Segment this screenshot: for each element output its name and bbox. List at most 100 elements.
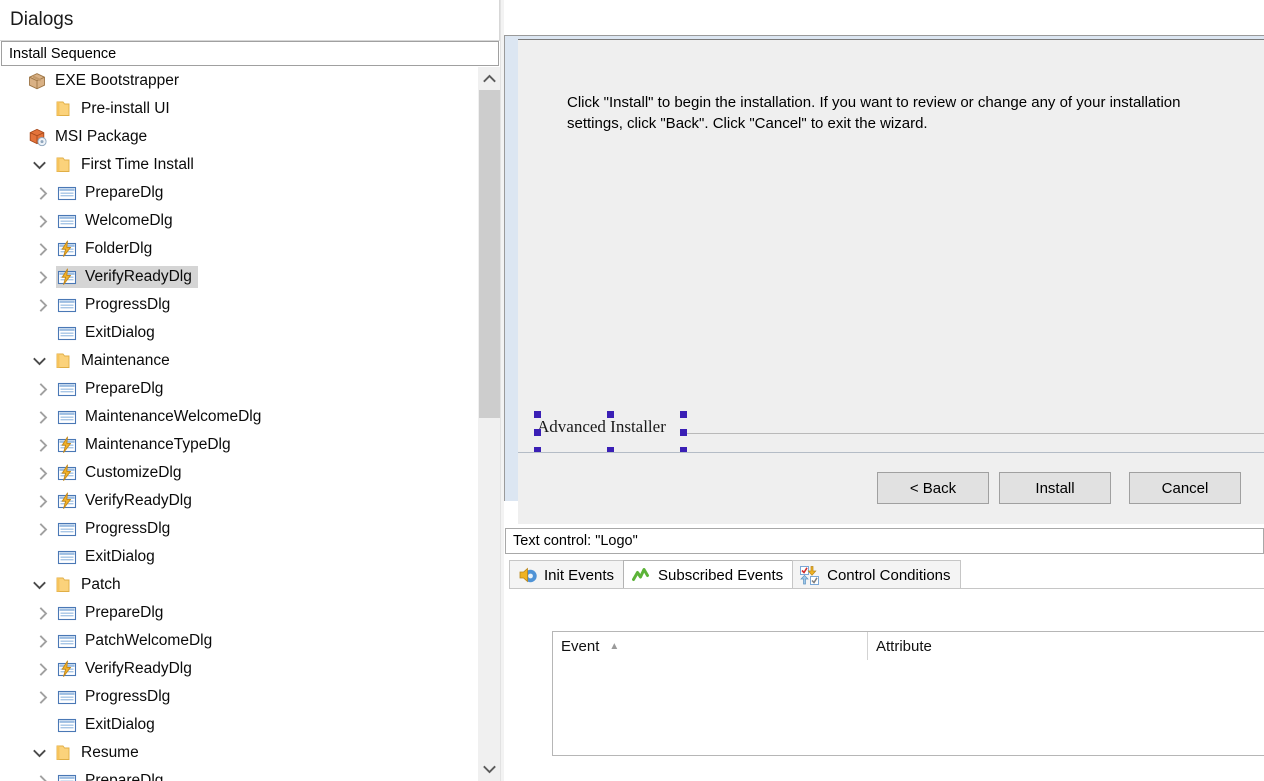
chevron-right-icon[interactable] [30,431,56,459]
dialog-designer-surface[interactable]: Click "Install" to begin the installatio… [504,35,1264,524]
chevron-down-icon[interactable] [26,347,52,375]
tree-item-label: WelcomeDlg [85,212,173,229]
tree-item[interactable]: PrepareDlg [0,767,476,781]
tab-control-conditions-label: Control Conditions [827,566,951,584]
tree-item[interactable]: First Time Install [0,151,476,179]
tree-item[interactable]: EXE Bootstrapper [0,67,476,95]
logo-text-control[interactable]: Advanced Installer [534,411,1264,454]
tree-item[interactable]: Maintenance [0,347,476,375]
tree-item[interactable]: VerifyReadyDlg [0,487,476,515]
install-sequence-field[interactable]: Install Sequence [1,41,499,66]
chevron-right-icon[interactable] [30,627,56,655]
tree-item-label: PrepareDlg [85,604,164,621]
resize-handle-e[interactable] [680,429,687,436]
tree-item[interactable]: PrepareDlg [0,179,476,207]
resize-handle-ne[interactable] [680,411,687,418]
chevron-right-icon[interactable] [30,235,56,263]
tree-item[interactable]: ProgressDlg [0,515,476,543]
dialog-event-icon [56,658,78,680]
chevron-right-icon[interactable] [30,683,56,711]
scroll-up-icon[interactable] [478,67,501,90]
tree-item[interactable]: Resume [0,739,476,767]
chevron-down-icon[interactable] [26,739,52,767]
tree-item-label: Maintenance [81,352,170,369]
chevron-right-icon[interactable] [30,767,56,781]
dialog-icon [56,546,78,568]
resize-handle-nw[interactable] [534,411,541,418]
tree-item-label: MSI Package [55,128,148,145]
tree-item-label: PrepareDlg [85,772,164,781]
dialog-icon [56,630,78,652]
scroll-down-icon[interactable] [478,758,501,781]
tab-subscribed-events[interactable]: Subscribed Events [623,560,794,589]
tree-item[interactable]: Pre-install UI [0,95,476,123]
tree-item-label: VerifyReadyDlg [85,268,192,285]
back-button[interactable]: < Back [877,472,989,504]
dialog-body-text: Click "Install" to begin the installatio… [567,94,1181,132]
subscribed-events-grid[interactable]: Event ▲ Attribute [552,631,1264,756]
tabstrip-underline [509,588,1264,589]
resize-handle-w[interactable] [534,429,541,436]
dialog-icon [56,406,78,428]
chevron-right-icon[interactable] [30,263,56,291]
tab-control-conditions[interactable]: Control Conditions [792,560,961,589]
tree-item[interactable]: CustomizeDlg [0,459,476,487]
dialog-event-icon [56,462,78,484]
sort-ascending-icon: ▲ [609,640,620,652]
tree-item[interactable]: MaintenanceWelcomeDlg [0,403,476,431]
chevron-down-icon[interactable] [26,151,52,179]
tree-item[interactable]: MSI Package [0,123,476,151]
tree-item[interactable]: ProgressDlg [0,683,476,711]
chevron-right-icon[interactable] [30,375,56,403]
install-button[interactable]: Install [999,472,1111,504]
properties-tabstrip[interactable]: Init Events Subscribed Events Control Co… [509,560,1264,589]
dialog-event-icon [56,434,78,456]
tree-item[interactable]: ExitDialog [0,543,476,571]
tree-item[interactable]: VerifyReadyDlg [0,263,476,291]
tab-init-events[interactable]: Init Events [509,560,625,589]
tree-item[interactable]: FolderDlg [0,235,476,263]
tree-item-label: ProgressDlg [85,296,171,313]
column-header-attribute[interactable]: Attribute [868,632,1264,660]
tree-item[interactable]: WelcomeDlg [0,207,476,235]
tree-item[interactable]: PatchWelcomeDlg [0,627,476,655]
tree-item[interactable]: PrepareDlg [0,375,476,403]
chevron-right-icon[interactable] [30,655,56,683]
tree-item[interactable]: PrepareDlg [0,599,476,627]
tree-item-label: CustomizeDlg [85,464,182,481]
tree-item[interactable]: ProgressDlg [0,291,476,319]
subscribed-events-icon [631,565,651,585]
dialog-button-bar: < Back Install Cancel [518,452,1264,524]
dialog-icon [56,602,78,624]
cancel-button[interactable]: Cancel [1129,472,1241,504]
chevron-right-icon[interactable] [30,515,56,543]
chevron-right-icon[interactable] [30,179,56,207]
dialog-event-icon [56,490,78,512]
tree-item-label: VerifyReadyDlg [85,492,192,509]
chevron-down-icon[interactable] [26,571,52,599]
dialog-event-icon [56,238,78,260]
chevron-right-icon[interactable] [30,599,56,627]
tree-item[interactable]: Patch [0,571,476,599]
resize-handle-n[interactable] [607,411,614,418]
tree-item-label: ProgressDlg [85,688,171,705]
tree-item[interactable]: MaintenanceTypeDlg [0,431,476,459]
tree-item[interactable]: ExitDialog [0,711,476,739]
page-title: Dialogs [0,0,500,41]
dialog-event-icon [56,266,78,288]
tree-vertical-scrollbar[interactable] [477,67,500,781]
tree-item[interactable]: ExitDialog [0,319,476,347]
folder-icon [52,154,74,176]
chevron-right-icon[interactable] [30,403,56,431]
scrollbar-thumb[interactable] [479,90,500,418]
chevron-right-icon[interactable] [30,459,56,487]
chevron-right-icon[interactable] [30,291,56,319]
tree-item[interactable]: VerifyReadyDlg [0,655,476,683]
column-header-event[interactable]: Event ▲ [553,632,868,660]
dialogs-tree[interactable]: EXE Bootstrapper Pre-install UI MSI Packag… [0,67,476,781]
chevron-right-icon[interactable] [30,487,56,515]
dialog-icon [56,182,78,204]
dialog-preview-body[interactable]: Click "Install" to begin the installatio… [518,39,1264,454]
chevron-right-icon[interactable] [30,207,56,235]
